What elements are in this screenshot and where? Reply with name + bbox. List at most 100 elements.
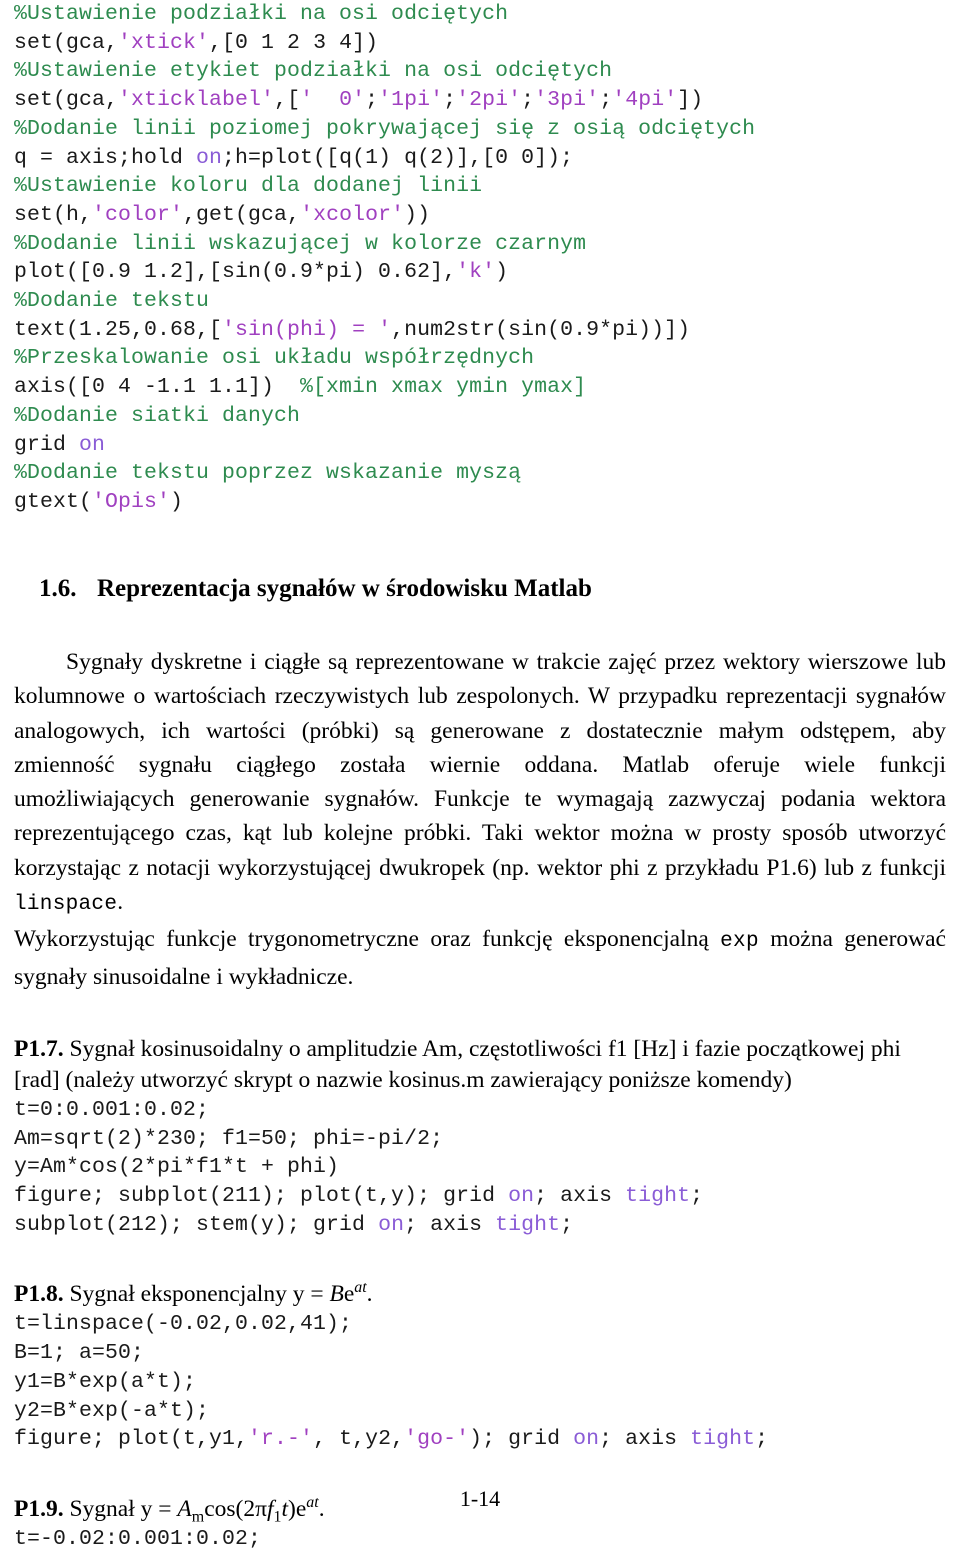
code-top-line: grid on [14,431,946,460]
code-token-comment: %Ustawienie etykiet podziałki na osi odc… [14,59,613,84]
code-token-comment: %Dodanie siatki danych [14,403,301,428]
code-token-keyword: tight [690,1427,756,1452]
code-token-plain: ; axis [534,1183,626,1208]
code-token-plain: Am=sqrt(2)*230; f1=50; phi=-pi/2; [14,1126,444,1151]
code-p17-line: t=0:0.001:0.02; [14,1096,946,1125]
code-token-plain: ,[0 1 2 3 4]) [209,30,379,55]
code-token-comment: %Ustawienie podziałki na osi odciętych [14,2,509,26]
code-top-line: %Dodanie linii poziomej pokrywającej się… [14,115,946,144]
code-token-plain: ,num2str(sin(0.9*pi))]) [391,317,691,342]
code-token-plain: ; [443,88,457,113]
code-token-string: 'xtick' [118,30,210,55]
code-token-comment: %Dodanie tekstu [14,289,210,314]
code-token-plain: figure; plot(t,y1, [14,1427,249,1452]
code-token-keyword: on [378,1212,405,1237]
code-token-plain: t=-0.02:0.001:0.02; [14,1526,262,1551]
code-token-plain: q = axis;hold [14,145,197,170]
code-token-plain: ; [599,88,613,113]
code-top-line: %Ustawienie podziałki na osi odciętych [14,0,946,29]
code-token-plain: ; [755,1427,769,1452]
code-token-plain: ;h=plot([q(1) q(2)],[0 0]); [222,145,574,170]
code-token-string: 'Opis' [92,489,171,514]
code-token-plain: , t,y2, [313,1427,405,1452]
code-token-comment: %Dodanie tekstu poprzez wskazanie myszą [14,461,522,486]
problem-heading-p1-8: P1.8. Sygnał eksponencjalny y = Beat. [14,1279,946,1310]
code-token-plain: text(1.25,0.68,[ [14,317,223,342]
code-top-line: q = axis;hold on;h=plot([q(1) q(2)],[0 0… [14,144,946,173]
code-token-plain: set(gca, [14,88,119,113]
code-token-plain: set(gca, [14,30,119,55]
code-token-plain: y=Am*cos(2*pi*f1*t + phi) [14,1155,340,1180]
code-token-plain: ,[ [274,88,301,113]
code-top-line: %Dodanie tekstu poprzez wskazanie myszą [14,459,946,488]
code-p17-line: y=Am*cos(2*pi*f1*t + phi) [14,1153,946,1182]
code-token-string: '2pi' [456,88,522,113]
code-top-line: set(gca,'xticklabel',[' 0';'1pi';'2pi';'… [14,86,946,115]
code-p18-line: B=1; a=50; [14,1339,946,1368]
code-token-plain: ; axis [599,1427,691,1452]
code-token-plain: gtext( [14,489,93,514]
code-token-comment: %Ustawienie koloru dla dodanej linii [14,174,483,199]
code-top-line: set(h,'color',get(gca,'xcolor')) [14,201,946,230]
code-token-keyword: on [79,432,106,457]
code-top-line: text(1.25,0.68,['sin(phi) = ',num2str(si… [14,316,946,345]
code-top-line: gtext('Opis') [14,488,946,517]
code-token-string: 'k' [456,260,496,285]
code-token-plain: ; [690,1183,704,1208]
code-token-string: '3pi' [534,88,600,113]
code-p17-line: subplot(212); stem(y); grid on; axis tig… [14,1211,946,1240]
code-token-plain: )) [404,202,431,227]
paragraph-intro-text-a: Sygnały dyskretne i ciągłe są reprezento… [14,648,946,881]
code-top-line: %Ustawienie koloru dla dodanej linii [14,172,946,201]
problem-heading-p1-7: P1.7. Sygnał kosinusoidalny o amplitudzi… [14,1034,946,1096]
code-p18-line: figure; plot(t,y1,'r.-', t,y2,'go-'); gr… [14,1425,946,1454]
code-token-plain: ); grid [469,1427,574,1452]
code-top-line: axis([0 4 -1.1 1.1]) %[xmin xmax ymin ym… [14,373,946,402]
code-listing-p1-9: t=-0.02:0.001:0.02; [14,1525,946,1554]
problem-text-p1-8-lead: Sygnał eksponencjalny y = [63,1281,330,1308]
code-token-string: 'go-' [404,1427,470,1452]
code-token-plain: ,get(gca, [183,202,301,227]
code-token-plain: ) [495,260,509,285]
code-token-plain: B=1; a=50; [14,1341,145,1366]
code-token-string: 'color' [92,202,184,227]
code-token-string: 'xcolor' [300,202,405,227]
code-token-string: 'xticklabel' [118,88,275,113]
code-token-keyword: on [196,145,223,170]
formula-period-p1-8: . [366,1281,373,1308]
code-top-line: %Ustawienie etykiet podziałki na osi odc… [14,57,946,86]
document-page: %Ustawienie podziałki na osi odciętych se… [0,0,960,1551]
paragraph-trig-text-a: Wykorzystując funkcje trygonometryczne o… [14,926,721,953]
code-token-string: '1pi' [378,88,444,113]
code-token-keyword: on [508,1183,535,1208]
code-top-line: %Dodanie tekstu [14,287,946,316]
paragraph-trig: Wykorzystując funkcje trygonometryczne o… [14,922,946,994]
problem-text-p1-7: Sygnał kosinusoidalny o amplitudzie Am, … [14,1035,901,1093]
code-token-plain: figure; subplot(211); plot(t,y); grid [14,1183,509,1208]
code-token-plain: ) [170,489,184,514]
formula-e-p1-8: e [343,1281,355,1308]
code-token-string: '4pi' [612,88,678,113]
section-heading-1-6: 1.6. Reprezentacja sygnałów w środowisku … [14,547,946,633]
inline-code-exp: exp [720,930,759,954]
problem-label-p1-8: P1.8. [14,1281,64,1308]
code-token-plain: y2=B*exp(-a*t); [14,1398,210,1423]
code-token-keyword: tight [625,1183,691,1208]
code-p18-line: y1=B*exp(a*t); [14,1368,946,1397]
code-top-line: %Przeskalowanie osi układu współrzędnych [14,344,946,373]
code-token-plain: t=0:0.001:0.02; [14,1097,210,1122]
code-token-plain: t=linspace(-0.02,0.02,41); [14,1312,353,1337]
code-token-plain: ; axis [404,1212,496,1237]
code-token-plain: y1=B*exp(a*t); [14,1369,197,1394]
code-token-plain: ; [521,88,535,113]
code-token-comment: %Dodanie linii wskazującej w kolorze cza… [14,231,587,256]
code-token-string: ' 0' [300,88,366,113]
code-listing-p1-7: t=0:0.001:0.02; Am=sqrt(2)*230; f1=50; ph… [14,1096,946,1240]
code-p18-line: t=linspace(-0.02,0.02,41); [14,1310,946,1339]
code-top-line: set(gca,'xtick',[0 1 2 3 4]) [14,29,946,58]
code-token-plain: axis([0 4 -1.1 1.1]) [14,375,301,400]
code-top-line: %Dodanie siatki danych [14,402,946,431]
